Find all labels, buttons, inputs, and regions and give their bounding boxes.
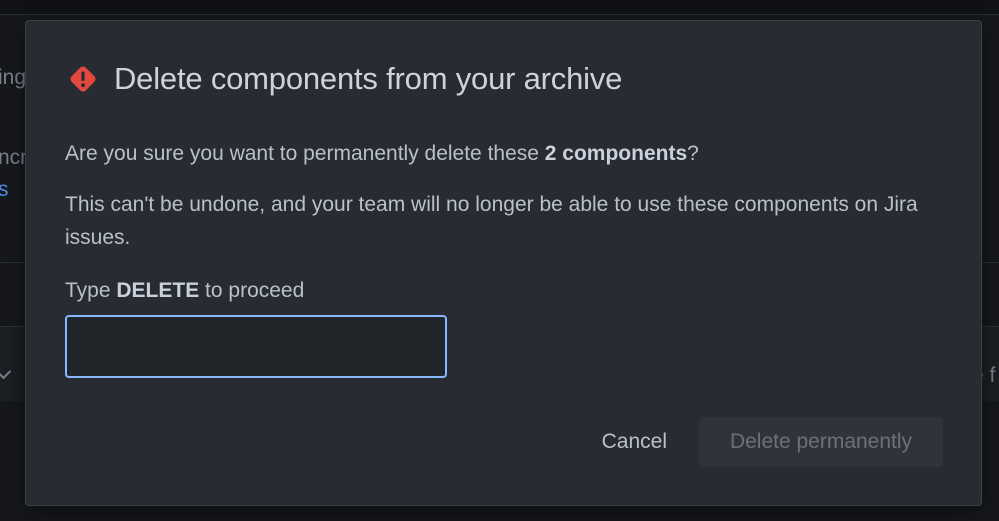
background-top-bar xyxy=(0,0,999,15)
dialog-body: Are you sure you want to permanently del… xyxy=(65,137,945,307)
delete-permanently-button[interactable]: Delete permanently xyxy=(699,417,943,467)
component-count: 2 components xyxy=(544,142,688,165)
dialog-header: Delete components from your archive xyxy=(68,61,622,97)
warning-icon xyxy=(68,64,98,94)
confirmation-question: Are you sure you want to permanently del… xyxy=(65,137,945,170)
type-to-confirm-label: Type DELETE to proceed xyxy=(65,274,945,307)
background-link-fragment: s xyxy=(0,178,9,201)
background-text-fragment: ncr xyxy=(0,146,28,169)
dialog-footer: Cancel Delete permanently xyxy=(586,417,943,467)
cancel-button[interactable]: Cancel xyxy=(586,417,683,467)
confirm-prefix: Type xyxy=(65,279,117,302)
delete-components-dialog: Delete components from your archive Are … xyxy=(25,20,982,506)
dialog-title: Delete components from your archive xyxy=(114,61,623,96)
question-prefix: Are you sure you want to permanently del… xyxy=(65,142,545,165)
background-text-fragment: ing xyxy=(0,66,27,89)
confirm-keyword: DELETE xyxy=(116,279,200,302)
delete-confirmation-input[interactable] xyxy=(65,315,447,378)
irreversible-warning-text: This can't be undone, and your team will… xyxy=(65,193,918,249)
question-suffix: ? xyxy=(687,142,699,165)
confirm-suffix: to proceed xyxy=(199,279,305,302)
